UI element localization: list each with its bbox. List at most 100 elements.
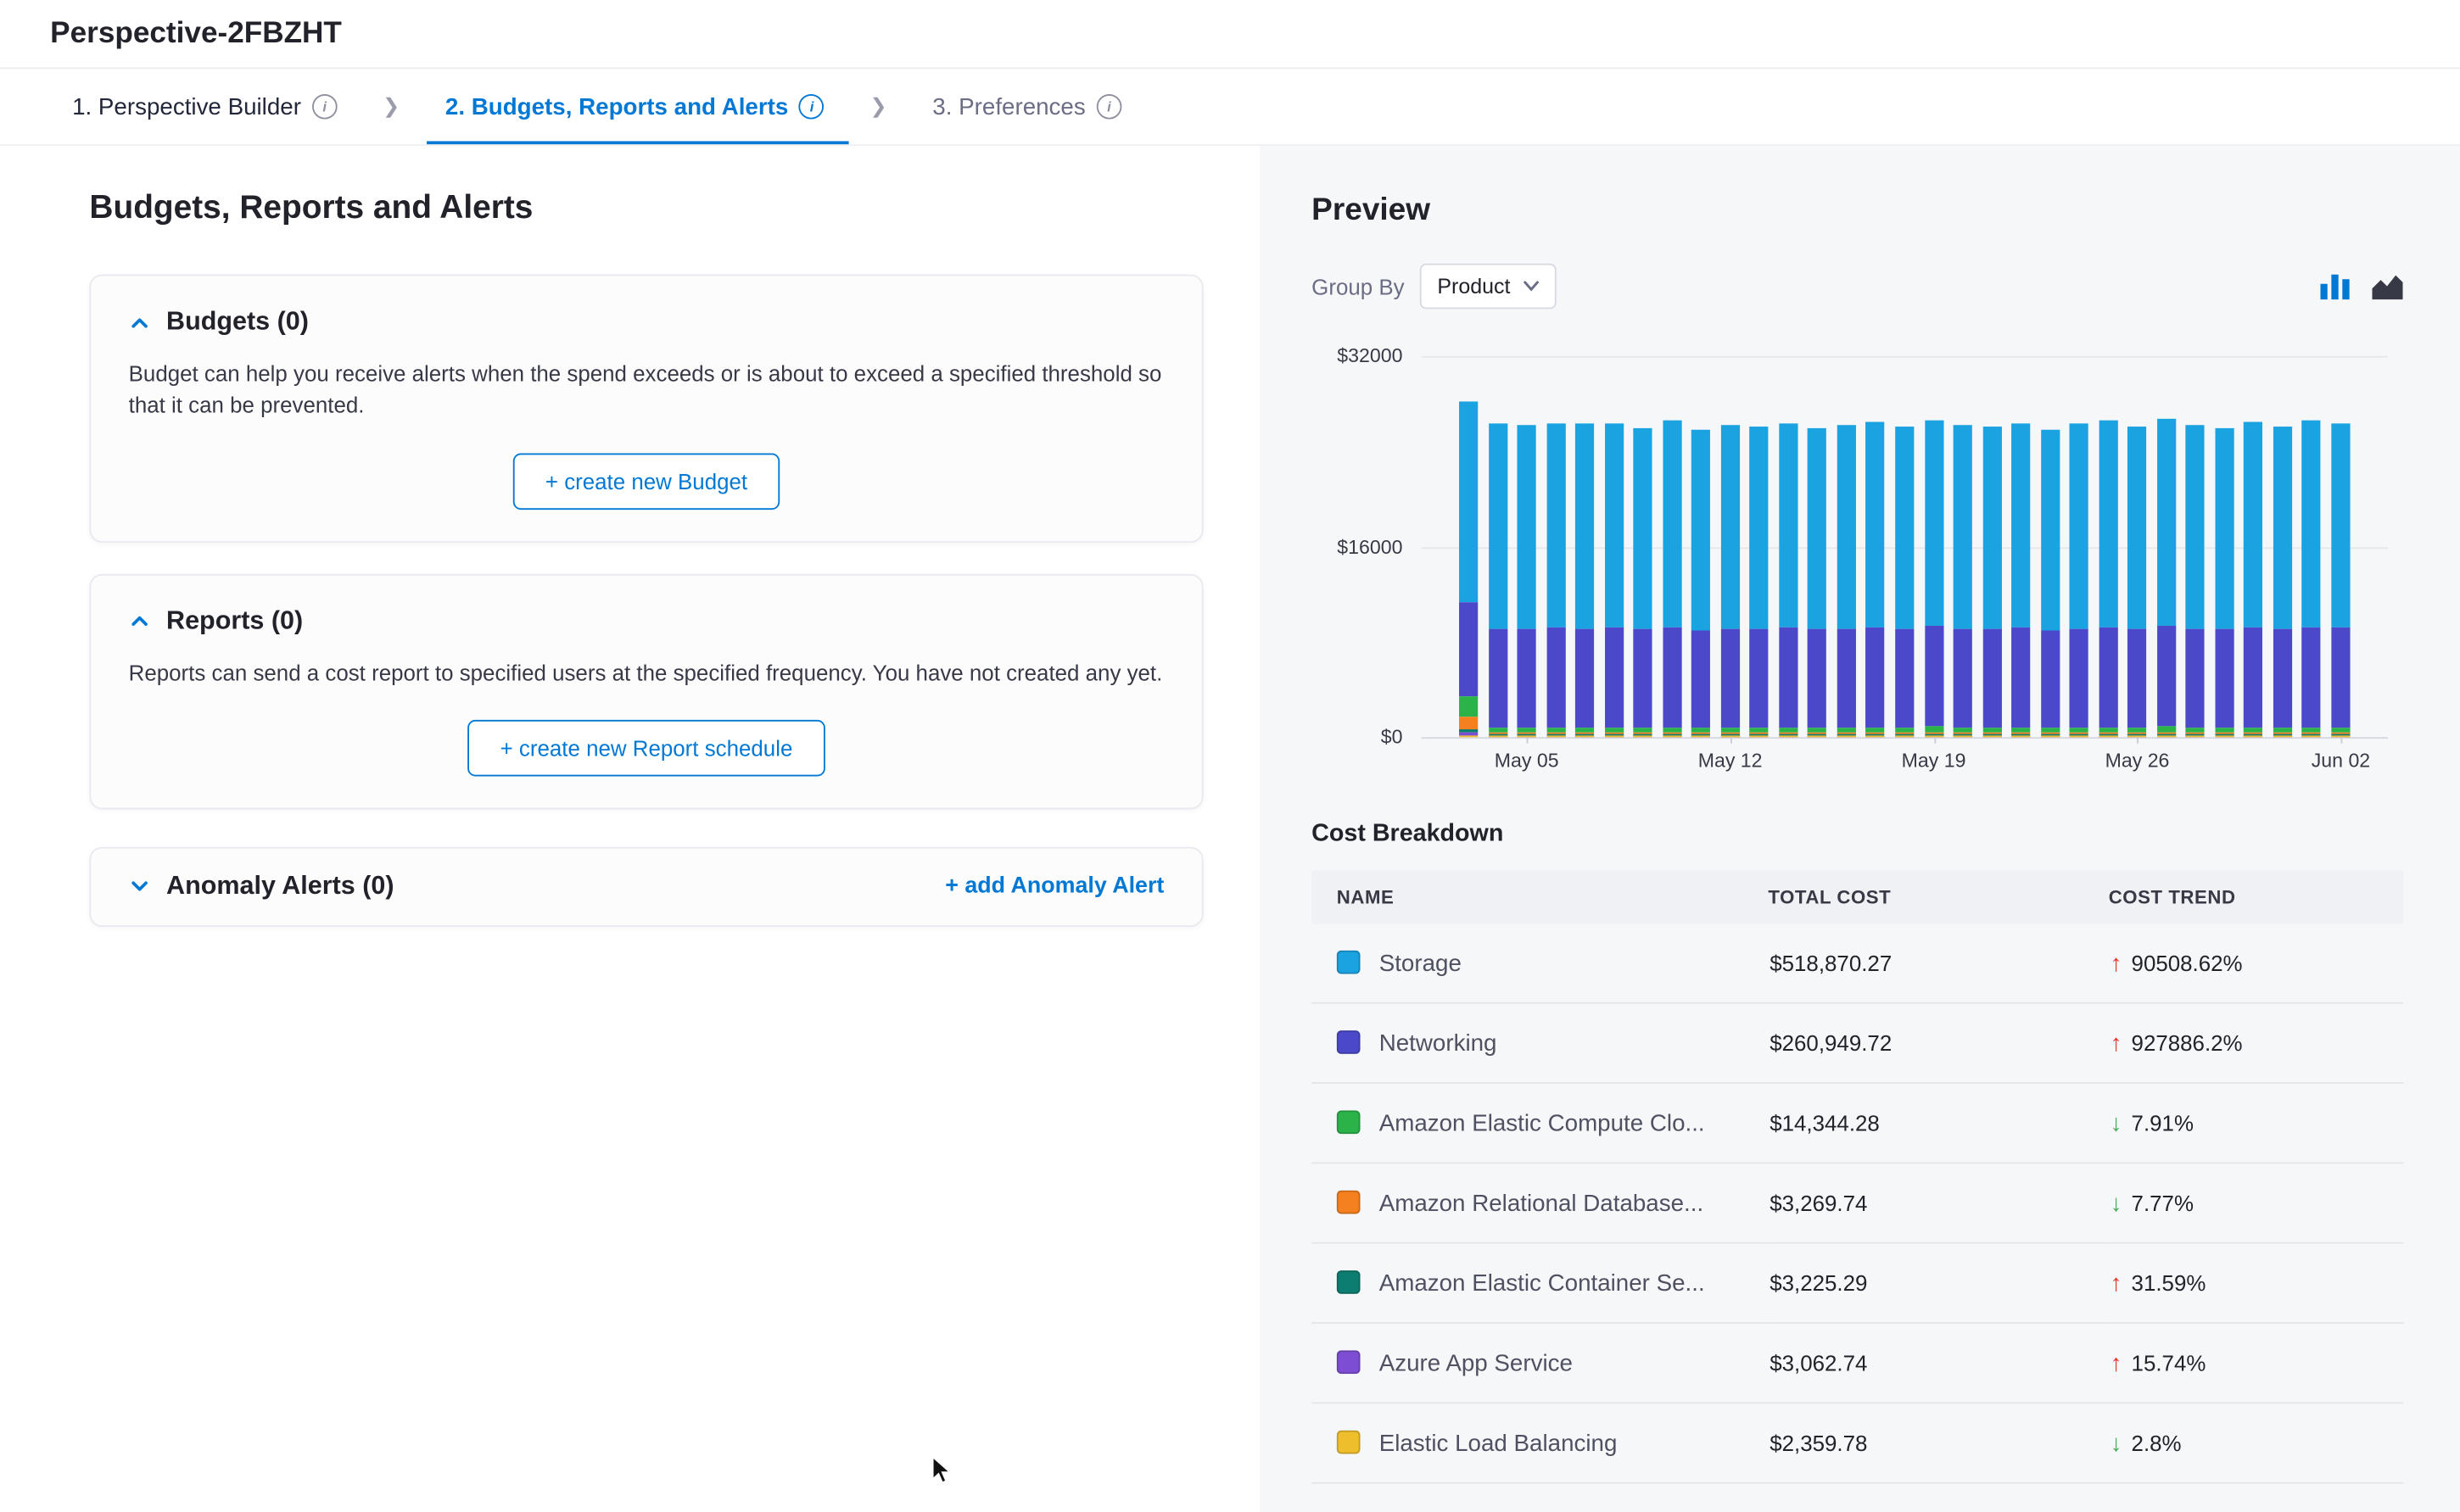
area-chart-icon[interactable] xyxy=(2372,274,2403,299)
chart-bar[interactable] xyxy=(2302,421,2321,737)
trend-down-arrow-icon: ↓ xyxy=(2111,1430,2122,1456)
create-budget-button[interactable]: + create new Budget xyxy=(512,453,780,510)
bar-segment-networking xyxy=(1634,630,1652,728)
create-report-schedule-button[interactable]: + create new Report schedule xyxy=(467,720,825,777)
collapse-chevron-up-icon[interactable] xyxy=(129,611,151,633)
tab-perspective-builder[interactable]: 1. Perspective Builder i xyxy=(69,69,340,144)
row-name: Elastic Load Balancing xyxy=(1379,1430,1618,1456)
legend-swatch xyxy=(1337,1190,1361,1214)
chart-bar[interactable] xyxy=(2099,421,2117,737)
chart-bar[interactable] xyxy=(1691,430,1710,737)
x-axis-label: May 19 xyxy=(1902,750,1966,772)
bar-segment-storage xyxy=(1866,421,1885,627)
chart-bar[interactable] xyxy=(2070,424,2088,737)
chart-bar[interactable] xyxy=(2273,426,2292,737)
chart-bar[interactable] xyxy=(2331,423,2350,738)
bar-segment-networking xyxy=(2127,629,2146,728)
chart-bar[interactable] xyxy=(1721,425,1740,737)
table-row[interactable]: Amazon Elastic Container Se...$3,225.29↑… xyxy=(1311,1243,2403,1323)
chevron-down-icon xyxy=(1523,281,1538,292)
bar-segment-amazon-relational-database-service xyxy=(1459,717,1478,729)
chart-bar[interactable] xyxy=(2215,428,2234,738)
info-icon[interactable]: i xyxy=(312,94,338,120)
table-row[interactable]: Amazon Relational Database...$3,269.74↓7… xyxy=(1311,1163,2403,1242)
bar-segment-storage xyxy=(2070,424,2088,628)
chart-bar[interactable] xyxy=(1546,424,1565,737)
bar-segment-storage xyxy=(1691,430,1710,630)
chart-bar[interactable] xyxy=(1866,421,1885,737)
x-axis-tick xyxy=(2138,737,2139,743)
chart-bar[interactable] xyxy=(1982,427,2001,737)
table-row[interactable]: Storage$518,870.27↑90508.62% xyxy=(1311,923,2403,1002)
x-axis-tick xyxy=(2340,737,2342,743)
bar-segment-networking xyxy=(1837,628,1856,728)
row-total-cost: $3,269.74 xyxy=(1768,1163,2108,1242)
bar-segment-storage xyxy=(1837,425,1856,628)
bar-segment-storage xyxy=(1895,427,1914,629)
chart-bar[interactable] xyxy=(1954,425,1972,737)
bar-segment-networking xyxy=(2186,628,2205,728)
chart-bar[interactable] xyxy=(1779,423,1797,738)
page-title: Perspective-2FBZHT xyxy=(50,16,342,51)
column-chart-icon[interactable] xyxy=(2320,274,2350,299)
chart-bar[interactable] xyxy=(1750,427,1769,737)
chart-bar[interactable] xyxy=(1518,426,1536,738)
bar-segment-storage xyxy=(2331,423,2350,628)
table-row[interactable]: Azure App Service$3,062.74↑15.74% xyxy=(1311,1323,2403,1403)
bar-segment-elastic-load-balancing xyxy=(2215,736,2234,737)
bar-segment-storage xyxy=(2245,422,2263,628)
bar-segment-elastic-load-balancing xyxy=(2245,736,2263,737)
reports-card: Reports (0) Reports can send a cost repo… xyxy=(89,573,1203,809)
table-row[interactable]: Amazon Elastic Compute Clo...$14,344.28↓… xyxy=(1311,1083,2403,1163)
chart-bar[interactable] xyxy=(1924,420,1943,737)
bar-segment-elastic-load-balancing xyxy=(1750,736,1769,737)
chart-bar[interactable] xyxy=(1575,423,1594,737)
row-name: Networking xyxy=(1379,1029,1497,1056)
chart-bar[interactable] xyxy=(2011,423,2030,738)
table-row[interactable]: Networking$260,949.72↑927886.2% xyxy=(1311,1003,2403,1083)
chart-bar[interactable] xyxy=(1634,428,1652,738)
bar-segment-amazon-elastic-compute-cloud xyxy=(2302,727,2321,733)
chart-bar[interactable] xyxy=(2127,427,2146,737)
info-icon[interactable]: i xyxy=(799,94,825,120)
collapse-chevron-up-icon[interactable] xyxy=(129,311,151,333)
budgets-card: Budgets (0) Budget can help you receive … xyxy=(89,275,1203,543)
bar-segment-elastic-load-balancing xyxy=(2302,736,2321,737)
bar-segment-networking xyxy=(2331,628,2350,727)
tab-budgets-reports-alerts[interactable]: 2. Budgets, Reports and Alerts i xyxy=(442,69,827,144)
group-by-dropdown[interactable]: Product xyxy=(1420,264,1556,310)
bar-segment-networking xyxy=(2011,628,2030,727)
bar-segment-storage xyxy=(1488,423,1507,628)
chart-bar[interactable] xyxy=(2157,419,2176,737)
legend-swatch xyxy=(1337,1430,1361,1453)
row-name: Amazon Elastic Compute Clo... xyxy=(1379,1110,1705,1136)
chart-bar[interactable] xyxy=(1459,401,1478,737)
table-row[interactable]: Elastic Load Balancing$2,359.78↓2.8% xyxy=(1311,1403,2403,1482)
chart-bar[interactable] xyxy=(1663,421,1681,737)
preview-heading: Preview xyxy=(1311,192,2403,229)
bar-segment-storage xyxy=(1575,423,1594,628)
bar-segment-elastic-load-balancing xyxy=(2011,736,2030,737)
tab-preferences[interactable]: 3. Preferences i xyxy=(930,69,1125,144)
x-axis-tick xyxy=(1730,737,1732,743)
chart-bar[interactable] xyxy=(2186,425,2205,737)
bar-segment-elastic-load-balancing xyxy=(1866,736,1885,737)
chart-bar[interactable] xyxy=(1488,423,1507,738)
row-name: Amazon Relational Database... xyxy=(1379,1190,1703,1216)
chart-bar[interactable] xyxy=(2245,422,2263,737)
wizard-tab-bar: 1. Perspective Builder i ❯ 2. Budgets, R… xyxy=(0,69,2460,146)
chart-bar[interactable] xyxy=(1895,427,1914,738)
bar-segment-networking xyxy=(1546,627,1565,727)
expand-chevron-down-icon[interactable] xyxy=(129,876,151,898)
add-anomaly-alert-link[interactable]: + add Anomaly Alert xyxy=(945,874,1164,900)
row-name: Storage xyxy=(1379,950,1462,976)
chart-bar[interactable] xyxy=(1604,423,1623,737)
chart-bar[interactable] xyxy=(2041,429,2060,737)
bar-segment-amazon-elastic-compute-cloud xyxy=(2099,727,2117,733)
trend-down-arrow-icon: ↓ xyxy=(2111,1110,2122,1136)
chart-bar[interactable] xyxy=(1837,425,1856,737)
info-icon[interactable]: i xyxy=(1097,94,1122,120)
window-header: Perspective-2FBZHT xyxy=(0,0,2460,69)
bar-segment-elastic-load-balancing xyxy=(1691,736,1710,737)
chart-bar[interactable] xyxy=(1808,428,1826,737)
